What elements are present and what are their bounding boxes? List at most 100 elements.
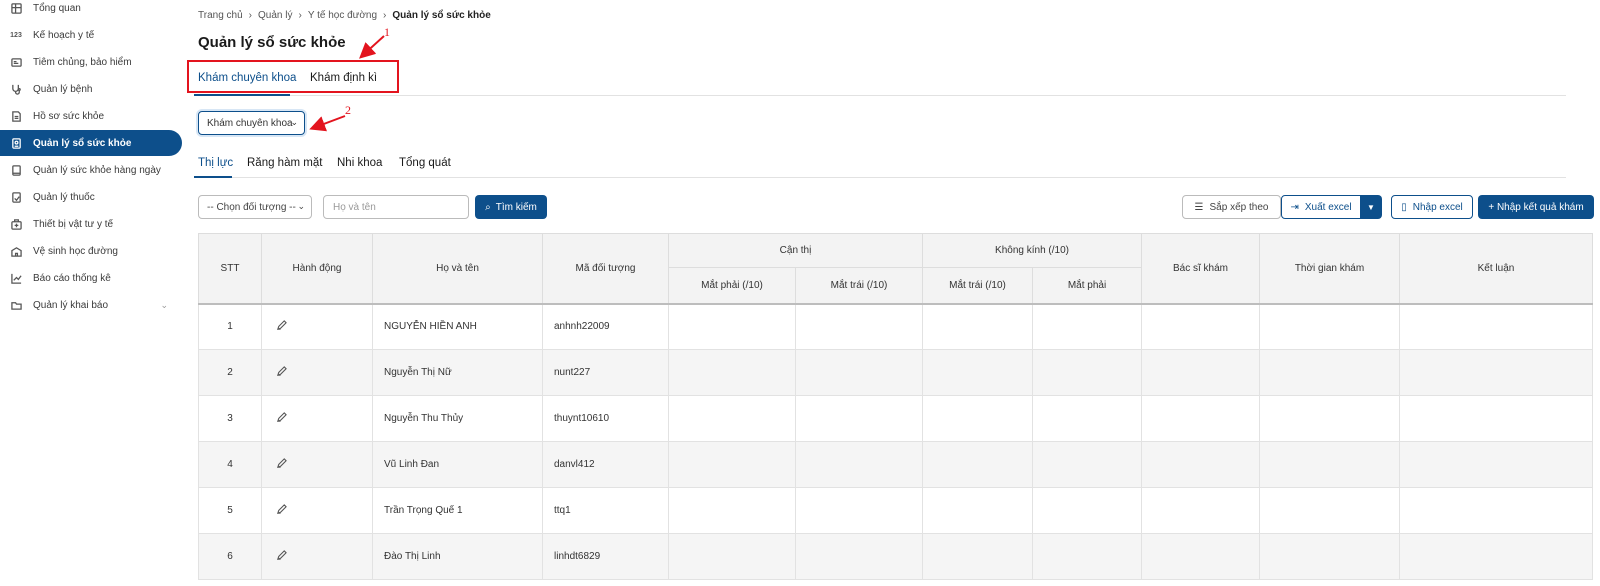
cell-doctor (1141, 487, 1260, 534)
sidebar-item-report[interactable]: Báo cáo thống kê (0, 265, 182, 291)
tab-general[interactable]: Tổng quát (399, 157, 451, 169)
cell-myopia-right (668, 487, 796, 534)
cell-name: Nguyễn Thị Nữ (372, 349, 543, 396)
cell-myopia-right (668, 441, 796, 488)
cell-doctor (1141, 349, 1260, 396)
header-no-glasses-left-eye: Mắt trái (/10) (922, 267, 1033, 305)
page-title: Quản lý sổ sức khỏe (198, 34, 346, 51)
header-myopia-left-eye: Mắt trái (/10) (795, 267, 923, 305)
sidebar-item-health-book[interactable]: Quản lý sổ sức khỏe (0, 130, 182, 156)
sort-button-label: Sắp xếp theo (1209, 201, 1269, 213)
sidebar-item-label: Báo cáo thống kê (33, 272, 111, 284)
cell-conclusion (1399, 395, 1593, 442)
search-button-label: Tìm kiếm (495, 201, 537, 213)
cell-action (261, 395, 373, 442)
cell-time (1259, 487, 1400, 534)
cell-name: Vũ Linh Đan (372, 441, 543, 488)
cell-conclusion (1399, 349, 1593, 396)
grid-icon (10, 2, 22, 14)
breadcrumb-current: Quản lý sổ sức khỏe (392, 10, 491, 21)
cell-doctor (1141, 441, 1260, 488)
sidebar-item-label: Quản lý bệnh (33, 83, 93, 95)
sidebar-item-label: Quản lý thuốc (33, 191, 95, 203)
cell-time (1259, 303, 1400, 350)
tablet-icon (10, 164, 22, 176)
export-options-dropdown[interactable]: ▼ (1360, 195, 1382, 219)
cell-code: linhdt6829 (542, 533, 669, 580)
cell-no-glasses-left (922, 533, 1033, 580)
cell-myopia-left (795, 487, 923, 534)
tab-dental[interactable]: Răng hàm mặt (247, 157, 322, 169)
cell-action (261, 349, 373, 396)
cell-no-glasses-right (1032, 395, 1142, 442)
breadcrumb-home[interactable]: Trang chủ (198, 10, 243, 21)
tab-vision[interactable]: Thị lực (198, 157, 233, 169)
cell-name: Trần Trọng Quế 1 (372, 487, 543, 534)
sidebar-item-health-record[interactable]: Hồ sơ sức khỏe (0, 103, 182, 129)
edit-icon[interactable] (276, 457, 288, 470)
edit-icon[interactable] (276, 503, 288, 516)
cell-myopia-right (668, 303, 796, 350)
sidebar-item-label: Kế hoạch y tế (33, 29, 95, 41)
sidebar-item-medical-plan[interactable]: 123 Kế hoạch y tế (0, 22, 182, 48)
search-button[interactable]: ⌕ Tìm kiếm (475, 195, 547, 219)
sidebar-item-disease[interactable]: Quản lý bệnh (0, 76, 182, 102)
export-excel-button[interactable]: ⇥ Xuất excel (1281, 195, 1361, 219)
table-body: 1 NGUYỄN HIỀN ANH anhnh22009 2 Nguyễn Thị Nữ… (198, 303, 1593, 580)
edit-icon[interactable] (276, 549, 288, 562)
name-search-input[interactable] (323, 195, 469, 219)
chevron-down-icon[interactable]: ⌄ (160, 300, 168, 311)
table-row: 6 Đào Thị Linh linhdt6829 (198, 533, 1593, 580)
cell-code: danvl412 (542, 441, 669, 488)
sidebar: Tổng quan 123 Kế hoạch y tế Tiêm chủng, … (0, 0, 182, 586)
cell-stt: 6 (198, 533, 262, 580)
cell-code: thuynt10610 (542, 395, 669, 442)
object-select[interactable]: -- Chọn đối tượng -- ⌄ (198, 195, 312, 219)
numbers-icon: 123 (10, 31, 22, 39)
cell-conclusion (1399, 441, 1593, 488)
cell-name: Đào Thị Linh (372, 533, 543, 580)
sort-button[interactable]: ☰ Sắp xếp theo (1182, 195, 1281, 219)
sidebar-item-overview[interactable]: Tổng quan (0, 0, 182, 21)
breadcrumb-school-health[interactable]: Y tế học đường (308, 10, 377, 21)
sidebar-item-label: Tiêm chủng, bảo hiểm (33, 56, 132, 68)
stethoscope-icon (10, 83, 22, 95)
cell-name: NGUYỄN HIỀN ANH (372, 303, 543, 350)
annotation-label-1: 1 (384, 25, 390, 39)
breadcrumb-manage[interactable]: Quản lý (258, 10, 292, 21)
sidebar-item-medicine[interactable]: Quản lý thuốc (0, 184, 182, 210)
cell-no-glasses-left (922, 395, 1033, 442)
sidebar-item-school-hygiene[interactable]: Vệ sinh học đường (0, 238, 182, 264)
add-exam-result-button[interactable]: + Nhập kết quả khám (1478, 195, 1594, 219)
header-code: Mã đối tượng (542, 233, 669, 305)
annotation-label-2: 2 (345, 103, 351, 117)
sidebar-item-declaration[interactable]: Quản lý khai báo ⌄ (0, 292, 182, 318)
edit-icon[interactable] (276, 365, 288, 378)
sidebar-item-daily-health[interactable]: Quản lý sức khỏe hàng ngày (0, 157, 182, 183)
header-myopia: Cận thị (668, 233, 923, 268)
sidebar-item-label: Thiết bị vật tư y tế (33, 218, 114, 230)
cell-stt: 5 (198, 487, 262, 534)
school-icon (10, 245, 22, 257)
exam-type-select[interactable]: Khám chuyên khoa ⌄ (198, 111, 305, 135)
import-excel-button[interactable]: ▯ Nhập excel (1391, 195, 1473, 219)
table-row: 3 Nguyễn Thu Thủy thuynt10610 (198, 395, 1593, 442)
chevron-right-icon: › (248, 10, 252, 21)
header-myopia-right-eye: Mắt phải (/10) (668, 267, 796, 305)
cell-no-glasses-right (1032, 487, 1142, 534)
cell-myopia-right (668, 533, 796, 580)
cell-myopia-right (668, 349, 796, 396)
specialty-tabs: Thị lực Răng hàm mặt Nhi khoa Tổng quát (194, 150, 1566, 178)
cell-doctor (1141, 395, 1260, 442)
sidebar-item-vaccination[interactable]: Tiêm chủng, bảo hiểm (0, 49, 182, 75)
pill-icon (10, 191, 22, 203)
edit-icon[interactable] (276, 411, 288, 424)
cell-action (261, 487, 373, 534)
exam-tabs: Khám chuyên khoa Khám định kì (194, 62, 1566, 96)
sidebar-item-medical-equipment[interactable]: Thiết bị vật tư y tế (0, 211, 182, 237)
cell-conclusion (1399, 303, 1593, 350)
edit-icon[interactable] (276, 319, 288, 332)
cell-no-glasses-left (922, 303, 1033, 350)
table-row: 1 NGUYỄN HIỀN ANH anhnh22009 (198, 303, 1593, 350)
tab-pediatrics[interactable]: Nhi khoa (337, 157, 382, 169)
